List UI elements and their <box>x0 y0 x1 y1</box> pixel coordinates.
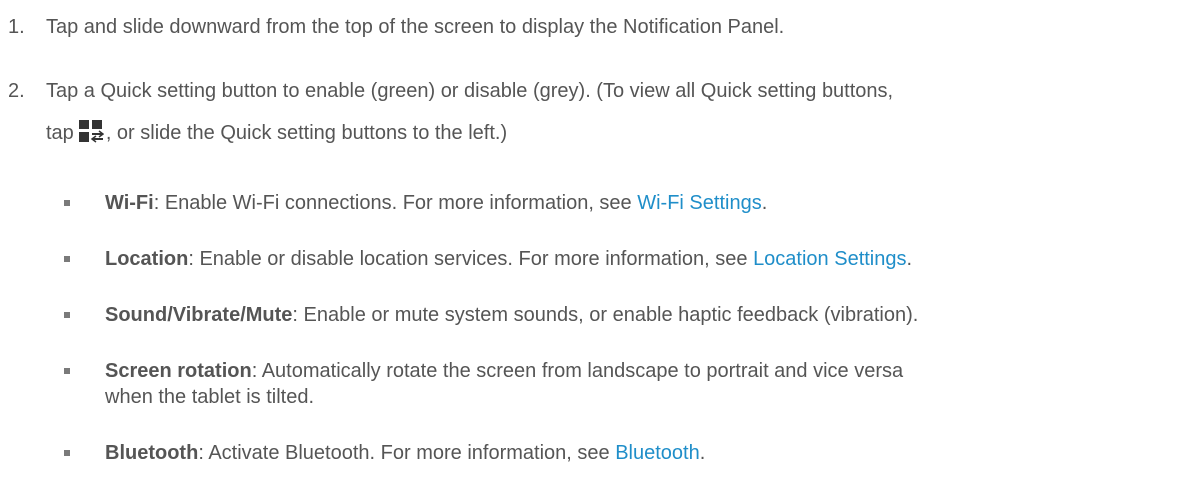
item-term: Wi-Fi <box>105 192 154 214</box>
wifi-settings-link[interactable]: Wi-Fi Settings <box>637 192 761 214</box>
step-text: Tap and slide downward from the top of t… <box>46 16 785 38</box>
instructions-document: 1. Tap and slide downward from the top o… <box>0 0 1202 498</box>
item-continuation: when the tablet is tilted. <box>105 386 315 408</box>
list-item: Location: Enable or disable location ser… <box>64 249 1198 269</box>
step-line-1: Tap a Quick setting button to enable (gr… <box>46 80 894 102</box>
item-description: : Enable or disable location services. F… <box>188 248 754 270</box>
step-2: 2. Tap a Quick setting button to enable … <box>8 81 1198 143</box>
bullet-icon <box>64 312 70 318</box>
item-description: : Activate Bluetooth. For more informati… <box>198 442 616 464</box>
item-description: : Automatically rotate the screen from l… <box>251 360 904 382</box>
item-end: . <box>906 248 913 270</box>
bullet-icon <box>64 256 70 262</box>
step-number: 2. <box>8 80 25 102</box>
bullet-icon <box>64 368 70 374</box>
item-description: : Enable Wi-Fi connections. For more inf… <box>153 192 638 214</box>
item-end: . <box>761 192 768 214</box>
item-end: . <box>699 442 706 464</box>
item-term: Bluetooth <box>105 442 199 464</box>
item-term: Location <box>105 248 189 270</box>
bullet-icon <box>64 450 70 456</box>
step-1: 1. Tap and slide downward from the top o… <box>8 17 1198 37</box>
list-item: Bluetooth: Activate Bluetooth. For more … <box>64 443 1198 463</box>
list-item: Screen rotation: Automatically rotate th… <box>64 361 1198 407</box>
item-description: : Enable or mute system sounds, or enabl… <box>292 304 919 326</box>
bluetooth-link[interactable]: Bluetooth <box>615 442 700 464</box>
step-number: 1. <box>8 16 25 38</box>
step-line-2-start: tap <box>46 122 74 144</box>
list-item: Wi-Fi: Enable Wi-Fi connections. For mor… <box>64 193 1198 213</box>
location-settings-link[interactable]: Location Settings <box>753 248 906 270</box>
quick-settings-edit-icon <box>78 119 105 143</box>
step-line-2-end: , or slide the Quick setting buttons to … <box>105 122 508 144</box>
step-text: Tap a Quick setting button to enable (gr… <box>46 81 1198 143</box>
bullet-icon <box>64 200 70 206</box>
item-term: Screen rotation <box>105 360 252 382</box>
step-line-2: tap , or slide the Quick setting buttons… <box>46 119 1198 143</box>
item-term: Sound/Vibrate/Mute <box>105 304 293 326</box>
list-item: Sound/Vibrate/Mute: Enable or mute syste… <box>64 305 1198 325</box>
